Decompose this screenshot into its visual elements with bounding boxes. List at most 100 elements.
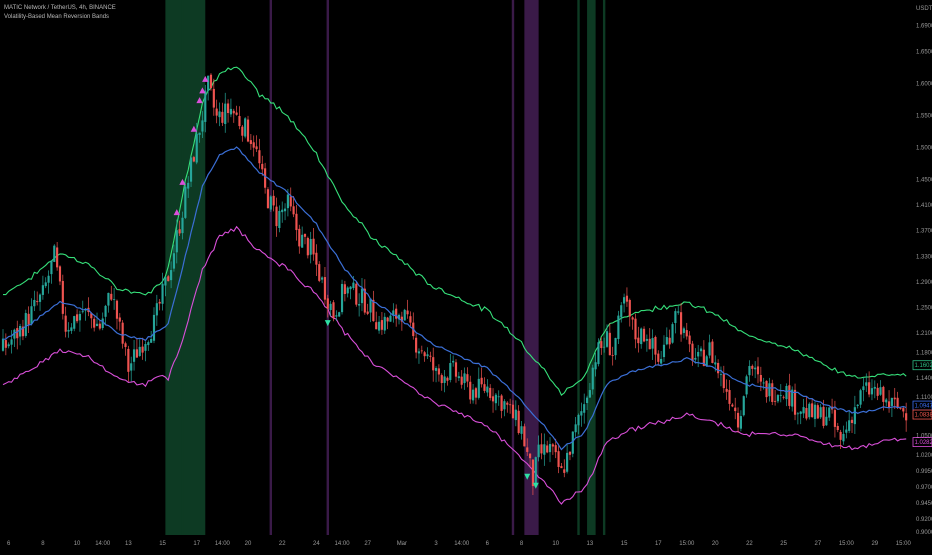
candle-body [73, 316, 75, 329]
y-tick-label: 1.6000 [916, 81, 932, 87]
candle-body [170, 270, 172, 280]
candle-body [620, 305, 622, 317]
candle-body [273, 196, 275, 206]
candle-body [515, 410, 517, 420]
candle-body [501, 396, 503, 411]
candle-body [560, 466, 562, 468]
candle-body [281, 210, 283, 212]
price-badge: 1.0838 [913, 410, 932, 419]
y-tick-label: 0.9950 [916, 469, 932, 475]
candle-body [76, 314, 78, 321]
candle-body [575, 424, 577, 432]
y-tick-label: 1.4100 [916, 203, 932, 209]
candle-body [79, 314, 81, 320]
candle-body [643, 329, 645, 342]
candle-body [335, 315, 337, 316]
candle-body [207, 76, 209, 91]
candle-body [93, 319, 95, 328]
x-tick-label: 6 [7, 541, 11, 547]
y-tick-label: 1.0200 [916, 453, 932, 459]
candle-body [592, 368, 594, 390]
candle-body [905, 413, 907, 420]
candle-body [173, 253, 175, 268]
candle-body [822, 407, 824, 426]
candle-body [646, 339, 648, 341]
candle-body [444, 376, 446, 382]
candle-body [720, 374, 722, 375]
candle-body [463, 373, 465, 383]
candle-body [472, 390, 474, 401]
candle-body [557, 451, 559, 467]
candle-body [67, 330, 69, 332]
candle-body [848, 420, 850, 431]
candle-body [224, 104, 226, 124]
candle-body [552, 444, 554, 446]
candle-body [865, 382, 867, 385]
candlestick-chart[interactable]: USDT1.69001.65001.60001.55001.50001.4500… [0, 0, 932, 550]
price-badge: 1.0282 [913, 438, 932, 447]
signal-highlight-line [577, 0, 579, 535]
y-tick-label: 0.9000 [916, 530, 932, 536]
candle-body [726, 389, 728, 392]
candle-body [241, 127, 243, 136]
candle-body [230, 109, 232, 115]
candle-body [233, 111, 235, 114]
x-tick-label: 8 [520, 541, 524, 547]
candle-body [609, 333, 611, 355]
candle-body [62, 281, 64, 314]
candle-body [310, 239, 312, 255]
chart-area[interactable]: USDT1.69001.65001.60001.55001.50001.4500… [0, 0, 932, 550]
candle-body [828, 407, 830, 417]
candle-body [874, 387, 876, 389]
candle-body [774, 401, 776, 402]
candle-body [216, 109, 218, 116]
candle-body [743, 396, 745, 415]
candle-body [538, 445, 540, 458]
candle-body [458, 376, 460, 378]
candle-body [290, 196, 292, 206]
indicator-title[interactable]: Volatility-Based Mean Reversion Bands [4, 13, 116, 22]
candle-body [176, 230, 178, 252]
candle-body [691, 344, 693, 361]
candle-body [270, 196, 272, 209]
candle-body [811, 403, 813, 417]
candle-body [706, 356, 708, 366]
candle-body [760, 375, 762, 382]
candle-body [597, 342, 599, 364]
candle-body [42, 285, 44, 295]
candle-body [387, 318, 389, 322]
candle-body [700, 349, 702, 352]
candle-body [102, 318, 104, 328]
price-badge-label: 1.0838 [915, 413, 932, 419]
candle-body [341, 284, 343, 312]
candle-body [580, 411, 582, 415]
candle-body [503, 401, 505, 409]
candle-body [868, 382, 870, 394]
candle-body [654, 337, 656, 355]
candle-body [788, 385, 790, 406]
x-tick-label: 25 [780, 541, 787, 547]
candle-body [686, 330, 688, 336]
candle-body [763, 383, 765, 384]
y-tick-label: 1.3300 [916, 254, 932, 260]
candle-body [891, 398, 893, 406]
candle-body [708, 342, 710, 355]
upper-band-line [3, 67, 906, 395]
candle-body [817, 405, 819, 418]
candle-body [227, 103, 229, 113]
candle-body [862, 386, 864, 390]
candle-body [555, 445, 557, 452]
candle-body [253, 142, 255, 147]
candle-body [196, 134, 198, 163]
candle-body [119, 317, 121, 321]
candle-body [794, 390, 796, 415]
signal-highlight-line [270, 0, 272, 535]
candle-body [518, 411, 520, 433]
candle-body [381, 320, 383, 330]
candle-body [150, 339, 152, 343]
x-tick-label: 15 [159, 541, 166, 547]
y-tick-label: 1.2900 [916, 280, 932, 286]
candle-body [902, 408, 904, 411]
x-tick-label: 29 [871, 541, 878, 547]
candle-body [649, 339, 651, 349]
